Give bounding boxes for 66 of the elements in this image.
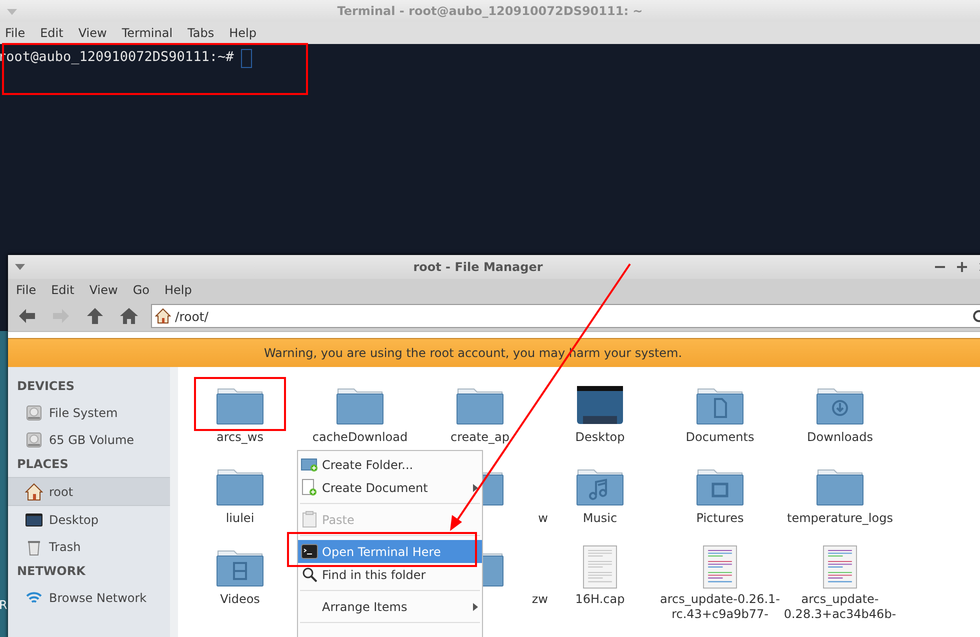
sidebar-item[interactable]: File System <box>8 399 170 426</box>
menu-item[interactable]: Go <box>132 283 158 297</box>
document-icon[interactable] <box>821 545 859 589</box>
window-title: root - File Manager <box>412 260 544 274</box>
file-name: w <box>538 511 548 526</box>
sidebar-item[interactable]: root <box>8 477 170 506</box>
file-name: Videos <box>220 592 260 607</box>
home-icon <box>25 482 43 500</box>
file-name: arcs_update-0.28.3+ac34b46b- <box>782 592 898 622</box>
menu-item[interactable]: View <box>78 26 115 40</box>
file-name: arcs_ws <box>216 430 264 445</box>
menu-item[interactable]: Arrange Items <box>298 595 482 618</box>
file-name: cacheDownload <box>312 430 408 445</box>
sidebar-item[interactable]: Desktop <box>8 506 170 533</box>
terminal-icon <box>300 544 318 559</box>
window-title: Terminal - root@aubo_120910072DS90111: ~ <box>336 4 644 18</box>
menu-item[interactable]: Edit <box>51 283 82 297</box>
monitor-icon[interactable] <box>576 383 624 427</box>
file-name: liulei <box>226 511 254 526</box>
file-name: arcs_update-0.26.1-rc.43+c9a9b77- <box>660 592 780 622</box>
document-icon[interactable] <box>701 545 739 589</box>
menu-item[interactable]: Find in this folder <box>298 563 482 586</box>
home-icon <box>155 308 171 324</box>
menu-item[interactable]: Help <box>229 26 264 40</box>
warning-text: Warning, you are using the root account, you may harm your system. <box>264 346 682 360</box>
file-name: Downloads <box>807 430 873 445</box>
menu-item[interactable]: File <box>16 283 44 297</box>
window-menu-icon[interactable] <box>15 264 25 270</box>
sidebar-item[interactable]: Browse Network <box>8 584 170 611</box>
menu-item[interactable]: File <box>5 26 34 40</box>
search-icon <box>302 567 316 582</box>
desktop-icon-label: R <box>0 598 8 612</box>
monitor-icon <box>25 510 43 528</box>
sidebar-item[interactable]: 65 GB Volume <box>8 426 170 453</box>
submenu-arrow-icon <box>473 484 478 492</box>
file-name: create_ap <box>450 430 510 445</box>
section-heading: NETWORK <box>16 563 86 580</box>
hard-drive-icon <box>25 404 43 422</box>
file-name: Pictures <box>696 511 744 526</box>
submenu-arrow-icon <box>473 603 478 611</box>
menu-item[interactable]: Terminal <box>122 26 181 40</box>
clipboard-icon <box>302 511 316 528</box>
menu-item[interactable]: View <box>89 283 126 297</box>
hard-drive-icon <box>25 430 43 448</box>
up-arrow-icon[interactable] <box>85 307 105 325</box>
document-plus-icon <box>302 479 316 496</box>
home-icon[interactable] <box>119 307 139 325</box>
menu-item[interactable]: Help <box>164 283 200 297</box>
menu-item[interactable]: Create Folder... <box>298 453 482 476</box>
sidebar-item[interactable]: Trash <box>8 533 170 560</box>
file-name: 16H.cap <box>575 592 625 607</box>
menu-item[interactable]: Tabs <box>188 26 222 40</box>
back-arrow-icon[interactable] <box>17 307 37 325</box>
text-cursor <box>240 49 252 68</box>
maximize-icon[interactable] <box>956 261 968 273</box>
menu-item[interactable]: Create Document <box>298 476 482 499</box>
file-name: Music <box>582 511 618 526</box>
file-name: Documents <box>686 430 754 445</box>
file-name: zw <box>532 592 548 607</box>
address-field[interactable]: /root/ <box>151 304 980 328</box>
file-name: temperature_logs <box>787 511 893 526</box>
menu-item[interactable]: Edit <box>40 26 72 40</box>
file-name: Desktop <box>575 430 625 445</box>
section-heading: DEVICES <box>16 378 76 395</box>
section-heading: PLACES <box>16 456 70 473</box>
folder-plus-icon <box>300 457 318 472</box>
